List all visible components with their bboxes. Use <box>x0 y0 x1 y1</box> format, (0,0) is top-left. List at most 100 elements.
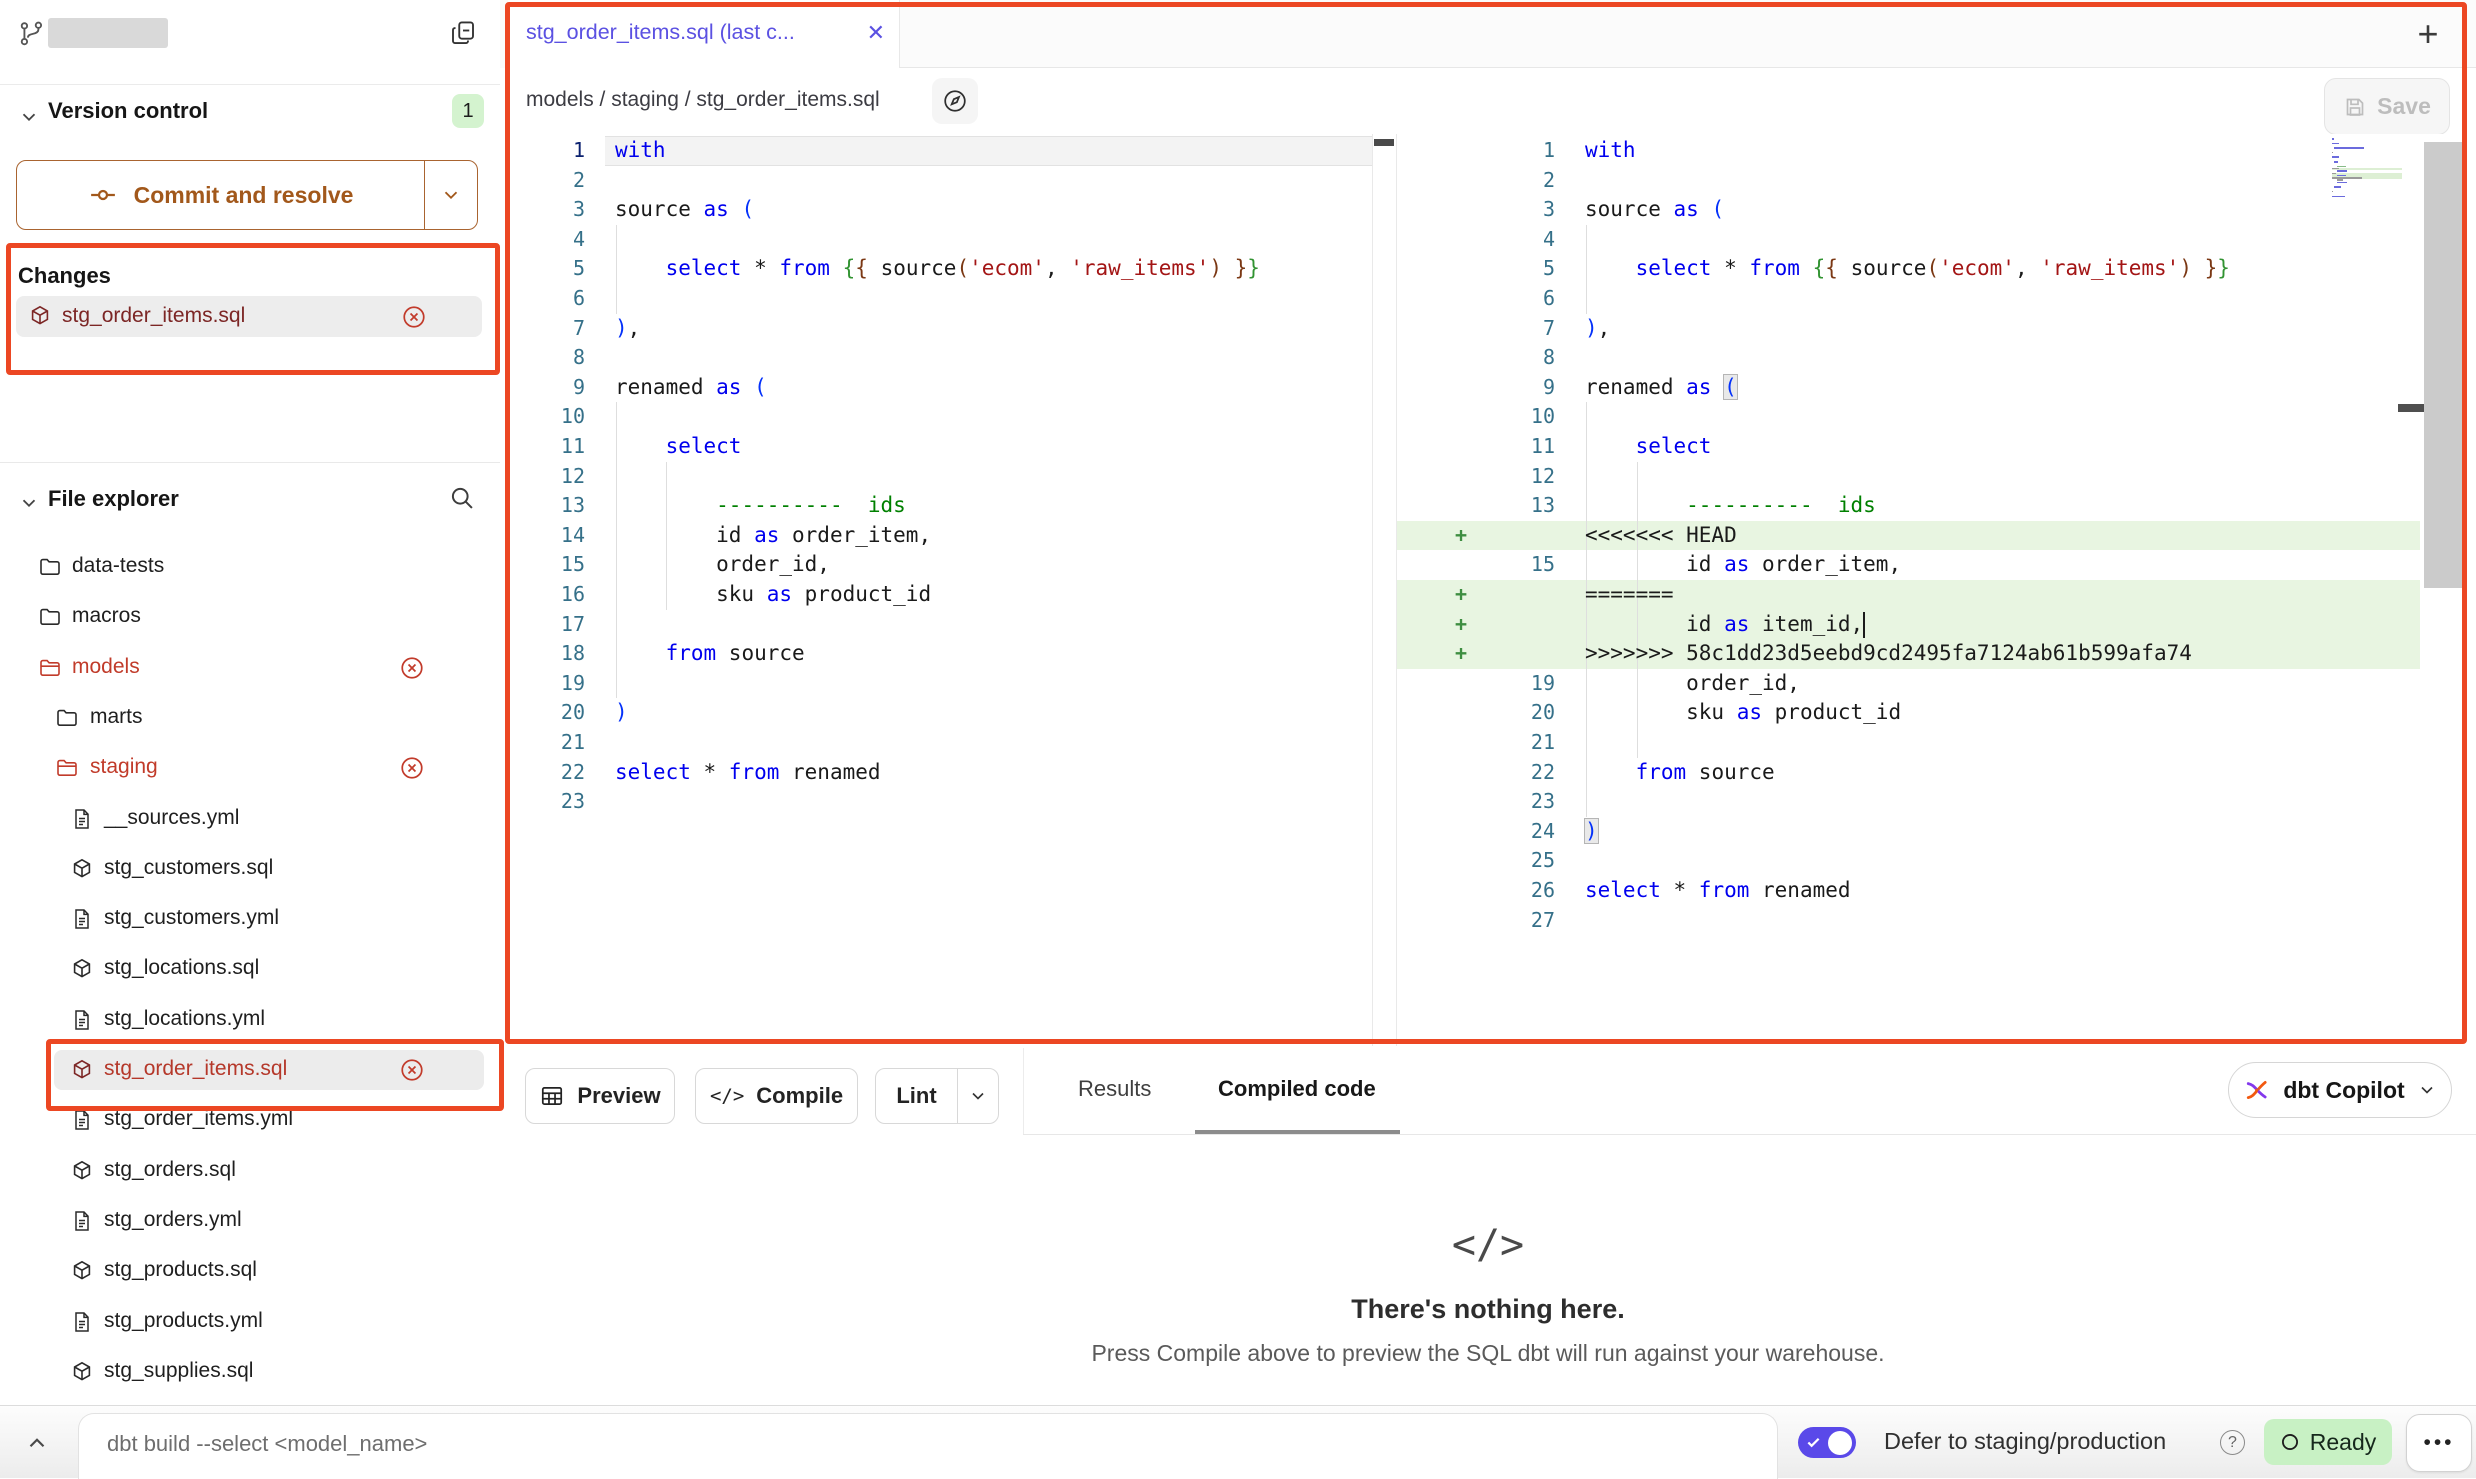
version-control-chevron-icon[interactable] <box>18 106 40 128</box>
code-line[interactable]: select * from {{ source('ecom', 'raw_ite… <box>1585 254 2230 284</box>
editor-pane-left[interactable]: 1with23source as (45 select * from {{ so… <box>508 134 1372 1046</box>
empty-state-title: There's nothing here. <box>500 1294 2476 1325</box>
commit-dropdown-button[interactable] <box>424 161 477 229</box>
line-number: 6 <box>1397 284 1555 314</box>
code-line[interactable]: id as order_item, <box>615 521 931 551</box>
code-line[interactable]: select * from renamed <box>615 758 881 788</box>
conflict-x-circle-icon[interactable] <box>401 304 427 330</box>
left-scroll-indicator[interactable] <box>1374 139 1394 146</box>
lint-button[interactable]: Lint <box>875 1068 999 1124</box>
copy-icon[interactable] <box>448 18 478 48</box>
file-item-macros[interactable]: macros <box>0 592 500 642</box>
file-item-marts[interactable]: marts <box>0 693 500 743</box>
status-badge: Ready <box>2264 1419 2392 1465</box>
compile-button[interactable]: </> Compile <box>695 1068 858 1124</box>
file-item-stg_products.yml[interactable]: stg_products.yml <box>0 1297 500 1347</box>
diff-plus-marker: + <box>1455 639 1467 669</box>
line-number: 6 <box>508 284 585 314</box>
file-item-label: macros <box>72 604 141 628</box>
code-line[interactable]: renamed as ( <box>615 373 767 403</box>
code-line[interactable]: order_id, <box>1585 669 1800 699</box>
file-item-__sources.yml[interactable]: __sources.yml <box>0 794 500 844</box>
code-line[interactable]: from source <box>615 639 805 669</box>
save-button[interactable]: Save <box>2324 78 2450 135</box>
chevron-up-icon[interactable] <box>24 1430 50 1456</box>
minimap[interactable] <box>2332 138 2402 202</box>
editor-scrollbar[interactable] <box>2424 142 2464 588</box>
dbt-copilot-button[interactable]: dbt Copilot <box>2228 1062 2452 1118</box>
tab-stg-order-items[interactable]: stg_order_items.sql (last c... ✕ <box>508 0 900 68</box>
code-line[interactable]: select <box>615 432 741 462</box>
commit-and-resolve-button[interactable]: Commit and resolve <box>16 160 478 230</box>
file-item-label: models <box>72 655 140 679</box>
preview-button[interactable]: Preview <box>525 1068 675 1124</box>
code-line[interactable]: with <box>1585 136 1636 166</box>
code-line[interactable]: with <box>615 136 666 166</box>
file-item-stg_locations.sql[interactable]: stg_locations.sql <box>0 944 500 994</box>
conflict-x-circle-icon[interactable] <box>399 655 425 681</box>
code-line[interactable]: select * from {{ source('ecom', 'raw_ite… <box>615 254 1260 284</box>
code-line[interactable]: source as ( <box>1585 195 1724 225</box>
code-line[interactable]: order_id, <box>615 550 830 580</box>
code-line[interactable]: from source <box>1585 758 1775 788</box>
model-icon <box>70 1259 94 1283</box>
code-line[interactable]: id as order_item, <box>1585 550 1901 580</box>
code-line[interactable]: renamed as ( <box>1585 373 1737 403</box>
code-line[interactable]: ) <box>615 698 628 728</box>
code-line[interactable]: ---------- ids <box>1585 491 1876 521</box>
file-item-stg_orders.sql[interactable]: stg_orders.sql <box>0 1146 500 1196</box>
search-icon[interactable] <box>448 484 476 512</box>
file-explorer-chevron-icon[interactable] <box>18 492 40 514</box>
file-item-stg_customers.yml[interactable]: stg_customers.yml <box>0 894 500 944</box>
file-item-data-tests[interactable]: data-tests <box>0 542 500 592</box>
command-input[interactable]: dbt build --select <model_name> <box>78 1413 1778 1479</box>
tab-close-icon[interactable]: ✕ <box>867 20 885 46</box>
tab-compiled-code[interactable]: Compiled code <box>1218 1076 1376 1102</box>
file-item-stg_supplies.sql[interactable]: stg_supplies.sql <box>0 1347 500 1397</box>
file-item-label: stg_products.sql <box>104 1258 257 1282</box>
file-item-label: stg_orders.yml <box>104 1208 242 1232</box>
code-line[interactable]: ), <box>615 314 640 344</box>
code-line[interactable]: ), <box>1585 314 1610 344</box>
code-line[interactable]: sku as product_id <box>615 580 931 610</box>
toolbar-bottom-border <box>1023 1134 2476 1135</box>
file-item-stg_products.sql[interactable]: stg_products.sql <box>0 1246 500 1296</box>
code-line[interactable]: ) <box>1585 817 1598 847</box>
code-line[interactable]: id as item_id, <box>1585 610 1863 640</box>
code-line[interactable]: ======= <box>1585 580 1674 610</box>
code-line[interactable]: select <box>1585 432 1711 462</box>
lineage-button[interactable] <box>932 78 978 124</box>
doc-icon <box>70 907 94 931</box>
new-tab-button[interactable]: + <box>2406 12 2450 56</box>
toolbar-divider <box>1023 1048 1024 1134</box>
editor-pane-right[interactable]: 1with23source as (45 select * from {{ so… <box>1397 134 2420 1046</box>
code-line[interactable]: <<<<<<< HEAD <box>1585 521 1737 551</box>
commit-and-resolve-main[interactable]: Commit and resolve <box>17 161 424 229</box>
file-item-stg_order_items.sql[interactable]: stg_order_items.sql <box>0 1045 500 1095</box>
code-line[interactable]: select * from renamed <box>1585 876 1851 906</box>
file-item-stg_customers.sql[interactable]: stg_customers.sql <box>0 844 500 894</box>
lint-dropdown-button[interactable] <box>957 1069 998 1123</box>
code-line[interactable]: ---------- ids <box>615 491 906 521</box>
file-item-staging[interactable]: staging <box>0 743 500 793</box>
code-line[interactable]: >>>>>>> 58c1dd23d5eebd9cd2495fa7124ab61b… <box>1585 639 2192 669</box>
code-line[interactable]: sku as product_id <box>1585 698 1901 728</box>
git-branch-icon[interactable] <box>18 20 46 48</box>
help-icon[interactable]: ? <box>2220 1430 2245 1455</box>
editor-split-view: 1with23source as (45 select * from {{ so… <box>506 134 2464 1046</box>
code-line[interactable]: source as ( <box>615 195 754 225</box>
line-number: 25 <box>1397 846 1555 876</box>
conflict-x-circle-icon[interactable] <box>399 1057 425 1083</box>
file-item-label: stg_customers.sql <box>104 856 273 880</box>
file-item-models[interactable]: models <box>0 643 500 693</box>
file-item-stg_locations.yml[interactable]: stg_locations.yml <box>0 995 500 1045</box>
defer-toggle[interactable] <box>1798 1427 1856 1458</box>
more-options-button[interactable]: ••• <box>2406 1414 2472 1472</box>
file-item-stg_order_items.yml[interactable]: stg_order_items.yml <box>0 1095 500 1145</box>
conflict-x-circle-icon[interactable] <box>399 755 425 781</box>
compile-label: Compile <box>756 1083 843 1109</box>
line-number: 3 <box>508 195 585 225</box>
changed-file-row[interactable]: stg_order_items.sql <box>16 296 482 337</box>
tab-results[interactable]: Results <box>1078 1076 1151 1102</box>
file-item-stg_orders.yml[interactable]: stg_orders.yml <box>0 1196 500 1246</box>
